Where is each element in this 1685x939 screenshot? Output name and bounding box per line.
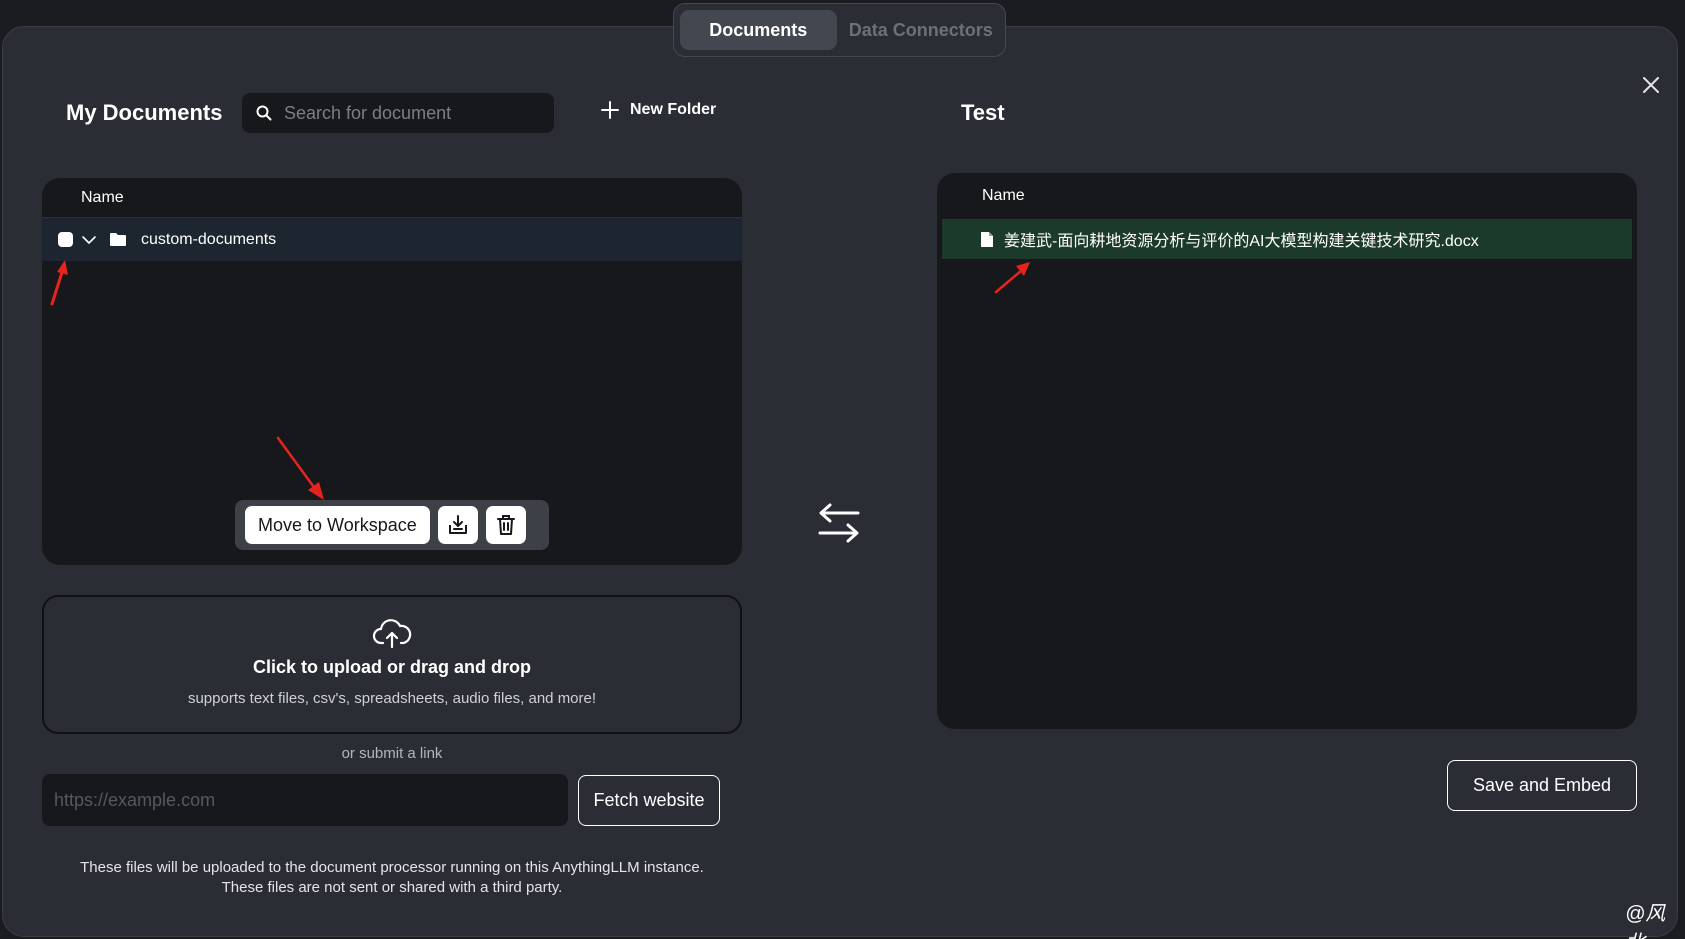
watermark: @风北 xyxy=(1625,903,1666,939)
document-file-icon xyxy=(981,231,993,247)
column-header-name: Name xyxy=(42,178,742,218)
save-and-embed-button[interactable]: Save and Embed xyxy=(1447,760,1637,811)
folder-name: custom-documents xyxy=(141,230,277,248)
workspace-documents-panel: Name 姜建武-面向耕地资源分析与评价的AI大模型构建关键技术研究.docx xyxy=(937,173,1637,729)
chevron-down-icon[interactable] xyxy=(81,232,97,248)
folder-row[interactable]: custom-documents xyxy=(42,218,742,261)
close-icon xyxy=(1643,77,1659,93)
folder-icon xyxy=(110,233,126,246)
swap-arrows-icon xyxy=(818,503,860,543)
cloud-upload-icon xyxy=(372,619,412,649)
close-button[interactable] xyxy=(1637,71,1665,99)
workspace-title: Test xyxy=(961,100,1005,125)
move-to-workspace-button[interactable]: Move to Workspace xyxy=(245,506,430,544)
fetch-website-button[interactable]: Fetch website xyxy=(578,775,720,826)
trash-icon xyxy=(496,515,515,535)
upload-privacy-note: These files will be uploaded to the docu… xyxy=(42,858,742,898)
plus-icon xyxy=(601,101,619,119)
or-submit-link-label: or submit a link xyxy=(341,745,443,762)
download-button[interactable] xyxy=(437,506,478,544)
upload-subtitle: supports text files, csv's, spreadsheets… xyxy=(187,690,597,707)
my-documents-title: My Documents xyxy=(66,100,223,125)
folder-checkbox[interactable] xyxy=(58,232,73,247)
upload-dropzone[interactable]: Click to upload or drag and drop support… xyxy=(42,595,742,734)
note-line-2: These files are not sent or shared with … xyxy=(221,879,563,896)
search-input[interactable] xyxy=(284,102,544,124)
tab-documents[interactable]: Documents xyxy=(680,10,837,50)
search-icon xyxy=(256,105,272,121)
tab-bar: Documents Data Connectors xyxy=(673,3,1006,57)
url-input[interactable] xyxy=(42,774,568,826)
delete-button[interactable] xyxy=(485,506,526,544)
new-folder-button[interactable]: New Folder xyxy=(600,100,716,120)
new-folder-label: New Folder xyxy=(630,101,717,118)
tab-data-connectors[interactable]: Data Connectors xyxy=(843,10,1000,50)
selection-action-bar: Move to Workspace xyxy=(235,500,549,550)
upload-title: Click to upload or drag and drop xyxy=(252,657,531,677)
workspace-file-name: 姜建武-面向耕地资源分析与评价的AI大模型构建关键技术研究.docx xyxy=(1004,233,1479,250)
column-header-name: Name xyxy=(982,187,1025,204)
move-to-folder-icon xyxy=(448,515,467,534)
document-search xyxy=(242,93,554,133)
workspace-file-row[interactable]: 姜建武-面向耕地资源分析与评价的AI大模型构建关键技术研究.docx xyxy=(942,219,1632,259)
note-line-1: These files will be uploaded to the docu… xyxy=(80,859,704,876)
